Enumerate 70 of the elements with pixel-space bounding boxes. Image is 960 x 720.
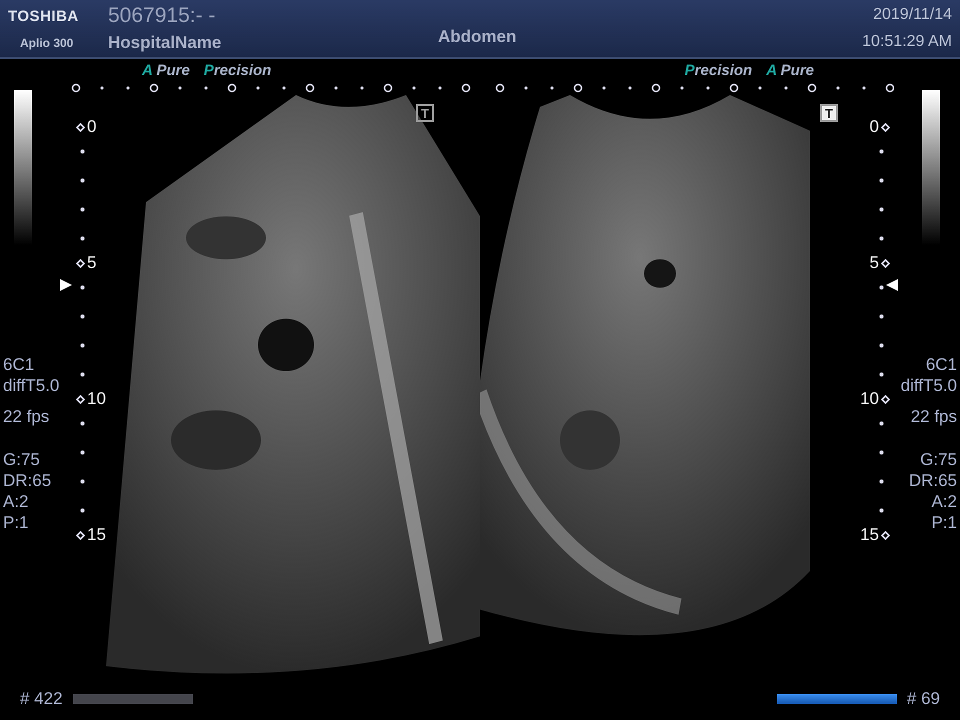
diamond-icon [881,394,890,404]
mode-label: Precision [204,62,272,78]
diamond-icon [881,530,890,540]
depth-tick-icon [879,236,884,241]
patient-id: 5067915:- - [108,4,216,28]
depth-tick-icon [80,450,85,455]
diamond-icon [76,122,85,132]
image-parameter: A:2 [930,492,958,511]
image-parameter: G:75 [919,450,958,469]
exam-date: 2019/11/14 [873,6,952,24]
depth-tick-icon [80,343,85,348]
depth-tick-icon [879,372,884,377]
diamond-icon [76,530,85,540]
image-parameter: G:75 [2,450,41,469]
diamond-icon [76,258,85,268]
depth-tick-icon [879,149,884,154]
image-parameter: DR:65 [2,471,52,490]
image-parameter: A:2 [2,492,30,511]
depth-tick-icon [80,149,85,154]
depth-label: 0 [860,117,894,137]
depth-tick-icon [80,421,85,426]
depth-label: 15 [66,525,110,545]
depth-tick-icon [80,479,85,484]
depth-tick-icon [80,236,85,241]
image-parameter: P:1 [930,513,958,532]
depth-tick-icon [879,314,884,319]
probe-info: 22 fps [2,407,50,426]
depth-tick-icon [879,207,884,212]
depth-tick-icon [80,178,85,183]
frame-counter: # 69 [906,689,940,709]
depth-label: 0 [66,117,100,137]
frame-counter: # 422 [20,689,63,709]
depth-label: 5 [66,253,100,273]
view-marker: T [820,104,838,122]
focus-marker-icon [60,279,72,291]
depth-tick-icon [879,178,884,183]
diamond-icon [881,258,890,268]
depth-label: 10 [66,389,110,409]
probe-info: 6C1 [924,355,958,374]
probe-info: 22 fps [910,407,958,426]
depth-tick-icon [879,421,884,426]
focus-marker-icon [886,279,898,291]
exam-time: 10:51:29 AM [862,32,952,51]
depth-tick-icon [879,343,884,348]
depth-tick-icon [879,285,884,290]
depth-tick-icon [80,508,85,513]
probe-info: diffT5.0 [900,376,958,395]
depth-tick-icon [879,450,884,455]
image-parameter: P:1 [2,513,30,532]
probe-info: diffT5.0 [2,376,60,395]
depth-tick-icon [879,508,884,513]
depth-label: 10 [850,389,894,409]
mode-label: A Pure [142,62,190,78]
probe-info: 6C1 [2,355,36,374]
brand-name: TOSHIBA [8,8,79,24]
diamond-icon [76,394,85,404]
depth-label: 5 [860,253,894,273]
depth-tick-icon [80,372,85,377]
diamond-icon [881,122,890,132]
depth-tick-icon [879,479,884,484]
depth-tick-icon [80,285,85,290]
hospital-name: HospitalName [108,32,222,53]
image-parameter: DR:65 [908,471,958,490]
depth-tick-icon [80,207,85,212]
exam-name: Abdomen [438,26,516,47]
depth-label: 15 [850,525,894,545]
model-name: Aplio 300 [19,36,74,50]
depth-tick-icon [80,314,85,319]
mode-label: Precision [684,62,752,78]
mode-label: A Pure [766,62,814,78]
